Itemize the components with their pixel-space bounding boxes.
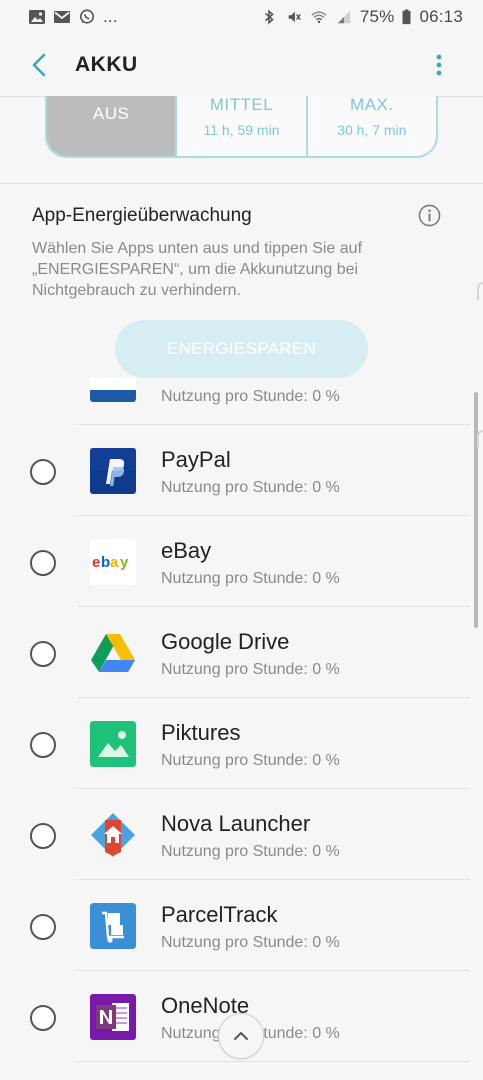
power-mode-medium[interactable]: MITTEL 11 h, 59 min (177, 96, 308, 156)
more-options-button[interactable] (428, 50, 450, 80)
app-usage: Nutzung pro Stunde: 0 % (161, 843, 340, 860)
select-radio[interactable] (30, 823, 56, 849)
list-item[interactable]: Nutzung pro Stunde: 0 % (0, 378, 470, 425)
power-mode-duration: 11 h, 59 min (203, 122, 280, 138)
section-divider (0, 183, 483, 184)
app-name: PayPal (161, 447, 231, 472)
status-bar-left: ... (28, 7, 118, 27)
app-name: Piktures (161, 720, 241, 745)
paypal-icon (90, 448, 136, 494)
app-usage: Nutzung pro Stunde: 0 % (161, 479, 340, 496)
app-list: Nutzung pro Stunde: 0 % PayPal Nutzung p… (0, 378, 483, 1080)
more-vertical-icon (436, 54, 442, 76)
app-name: Nova Launcher (161, 811, 311, 836)
svg-text:a: a (110, 554, 119, 571)
app-usage: Nutzung pro Stunde: 0 % (161, 570, 340, 587)
power-mode-label: MITTEL (209, 96, 274, 114)
select-radio[interactable] (30, 914, 56, 940)
power-mode-label: MAX. (350, 96, 394, 114)
info-icon[interactable] (418, 204, 441, 227)
partial-app-icon (90, 378, 136, 402)
select-radio[interactable] (30, 1005, 56, 1031)
power-mode-off[interactable]: AUS (47, 96, 178, 156)
list-item[interactable]: ParcelTrack Nutzung pro Stunde: 0 % (0, 880, 470, 971)
ebay-icon: e b a y (90, 539, 136, 585)
nova-launcher-icon (90, 812, 136, 858)
battery-percent: 75% (359, 7, 395, 26)
power-mode-duration: 30 h, 7 min (337, 122, 407, 138)
list-item[interactable]: e b a y eBay Nutzung pro Stunde: 0 % (0, 516, 470, 607)
page-title: AKKU (75, 53, 138, 76)
power-mode-label: AUS (92, 104, 130, 123)
chevron-left-icon (32, 53, 46, 77)
list-item[interactable]: Google Drive Nutzung pro Stunde: 0 % (0, 607, 470, 698)
scroll-to-top-button[interactable] (218, 1013, 264, 1059)
clock: 06:13 (419, 7, 463, 26)
list-item[interactable]: Nova Launcher Nutzung pro Stunde: 0 % (0, 789, 470, 880)
app-usage: Nutzung pro Stunde: 0 % (161, 388, 340, 405)
select-radio[interactable] (30, 459, 56, 485)
chevron-up-icon (234, 1032, 248, 1040)
power-mode-selector: AUS MITTEL 11 h, 59 min MAX. 30 h, 7 min (45, 96, 438, 158)
google-drive-icon (90, 630, 136, 676)
status-bar: ... 75% 06:13 (0, 0, 483, 34)
power-mode-max[interactable]: MAX. 30 h, 7 min (308, 96, 436, 156)
onenote-icon (90, 994, 136, 1040)
signal-icon (335, 9, 353, 25)
mute-icon (285, 9, 303, 25)
parceltrack-icon (90, 903, 136, 949)
section-description: Wählen Sie Apps unten aus und tippen Sie… (32, 240, 363, 299)
select-radio[interactable] (30, 641, 56, 667)
whatsapp-icon (78, 9, 96, 25)
app-name: eBay (161, 538, 212, 563)
row-divider (78, 1061, 470, 1062)
svg-text:b: b (101, 554, 110, 571)
back-button[interactable] (24, 50, 54, 80)
svg-text:y: y (120, 554, 129, 571)
piktures-icon (90, 721, 136, 767)
select-radio[interactable] (30, 732, 56, 758)
bluetooth-icon (260, 9, 278, 25)
gallery-icon (28, 9, 46, 25)
app-name: ParcelTrack (161, 902, 278, 927)
list-item[interactable]: Piktures Nutzung pro Stunde: 0 % (0, 698, 470, 789)
app-name: Google Drive (161, 629, 290, 654)
edge-panel-handle[interactable] (477, 282, 483, 300)
battery-icon (401, 9, 412, 25)
energy-save-button[interactable]: ENERGIESPAREN (115, 320, 368, 378)
edge-handle-secondary[interactable] (477, 430, 483, 448)
app-usage: Nutzung pro Stunde: 0 % (161, 661, 340, 678)
app-usage: Nutzung pro Stunde: 0 % (161, 752, 340, 769)
scrollbar[interactable] (474, 392, 478, 628)
app-bar: AKKU (0, 34, 483, 96)
app-usage: Nutzung pro Stunde: 0 % (161, 934, 340, 951)
wifi-icon (310, 9, 328, 25)
svg-text:e: e (92, 554, 100, 571)
gmail-icon (53, 9, 71, 25)
list-item[interactable]: PayPal Nutzung pro Stunde: 0 % (0, 425, 470, 516)
status-bar-right: 75% 06:13 (260, 7, 463, 27)
status-more-indicator: ... (103, 7, 118, 26)
select-radio[interactable] (30, 550, 56, 576)
section-title: App-Energieüberwachung (32, 205, 252, 226)
